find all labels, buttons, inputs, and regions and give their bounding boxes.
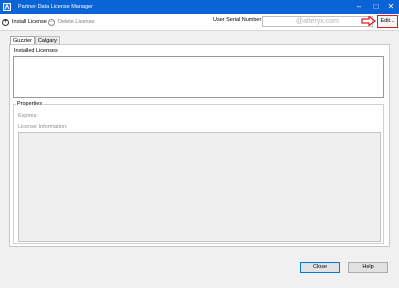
license-information-box[interactable] [18, 132, 381, 242]
close-icon[interactable]: ✕ [385, 1, 397, 13]
arrow-right-icon [361, 16, 376, 26]
app-icon [3, 3, 11, 11]
close-button[interactable]: Close [300, 262, 340, 273]
window-title: Partner Data License Manager [18, 4, 93, 10]
serial-number-label: User Serial Number [213, 17, 262, 23]
installed-licenses-list[interactable] [13, 56, 384, 98]
help-button[interactable]: Help [348, 262, 388, 273]
license-information-label: License Information: [18, 124, 68, 130]
installed-licenses-label: Installed Licenses [14, 48, 58, 54]
edit-button[interactable]: Edit... [377, 15, 398, 28]
minimize-icon[interactable]: – [353, 1, 365, 13]
install-license-label: Install License [12, 19, 47, 25]
delete-license-button[interactable]: – Delete License [48, 17, 94, 27]
delete-license-label: Delete License [58, 19, 95, 25]
title-bar: Partner Data License Manager – □ ✕ [0, 0, 399, 14]
plus-circle-icon: + [2, 18, 9, 26]
install-license-button[interactable]: + Install License [2, 17, 47, 27]
expires-label: Expires: [18, 113, 38, 119]
minus-circle-icon: – [48, 18, 55, 26]
maximize-icon[interactable]: □ [370, 1, 382, 13]
serial-number-field[interactable]: @alteryx.com [262, 16, 373, 27]
properties-title: Properties [16, 101, 44, 107]
